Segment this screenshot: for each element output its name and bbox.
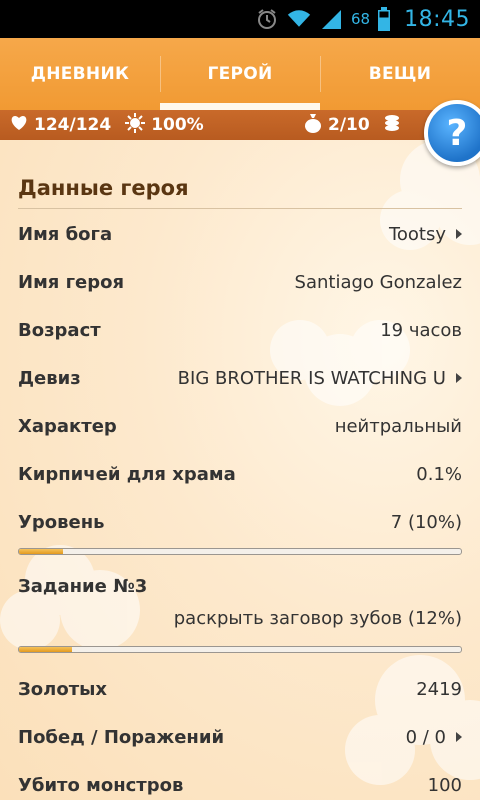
- health-stat: 124/124: [10, 115, 111, 136]
- row-god-name[interactable]: Имя бога Tootsy: [18, 210, 462, 258]
- godpower-value: 100%: [151, 115, 204, 135]
- alarm-icon: [255, 7, 279, 31]
- section-divider: [18, 208, 462, 209]
- row-gold: Золотых 2419: [18, 665, 462, 713]
- health-value: 124/124: [34, 115, 112, 135]
- section-title: Данные героя: [18, 176, 189, 200]
- clock: 18:45: [404, 6, 470, 32]
- wins-label: Побед / Поражений: [18, 726, 225, 748]
- battery-level: 68: [351, 10, 371, 28]
- row-age: Возраст 19 часов: [18, 306, 462, 354]
- battery-icon: [372, 7, 396, 31]
- level-progress-fill: [19, 549, 64, 554]
- inventory-stat: 2/10: [304, 113, 404, 138]
- heart-icon: [10, 115, 28, 136]
- battery-indicator: 68: [351, 7, 396, 31]
- quest-value: раскрыть заговор зубов (12%): [173, 608, 462, 629]
- god-name-value: Tootsy: [388, 223, 446, 245]
- level-progress-bar: [18, 548, 462, 555]
- motto-label: Девиз: [18, 367, 81, 389]
- gold-value: 2419: [416, 678, 462, 700]
- hero-name-value: Santiago Gonzalez: [294, 271, 462, 293]
- chevron-right-icon: [456, 229, 462, 239]
- stats-bar: 124/124 100% 2/10: [0, 110, 480, 140]
- bricks-value: 0.1%: [416, 463, 462, 485]
- chevron-right-icon: [456, 732, 462, 742]
- motto-value: BIG BROTHER IS WATCHING U: [177, 367, 446, 389]
- tab-bar: ДНЕВНИК ГЕРОЙ ВЕЩИ: [0, 38, 480, 110]
- level-value: 7 (10%): [390, 511, 462, 533]
- tab-hero[interactable]: ГЕРОЙ: [160, 38, 320, 110]
- age-value: 19 часов: [380, 319, 462, 341]
- god-name-label: Имя бога: [18, 223, 113, 245]
- level-label: Уровень: [18, 511, 105, 533]
- character-label: Характер: [18, 415, 117, 437]
- character-value: нейтральный: [334, 415, 462, 437]
- row-wins[interactable]: Побед / Поражений 0 / 0: [18, 713, 462, 761]
- row-motto[interactable]: Девиз BIG BROTHER IS WATCHING U: [18, 354, 462, 402]
- gold-label: Золотых: [18, 678, 108, 700]
- quest-progress-fill: [19, 647, 73, 652]
- row-level: Уровень 7 (10%): [18, 498, 462, 546]
- status-bar: 68 18:45: [0, 0, 480, 38]
- hero-panel: Данные героя Имя бога Tootsy Имя героя S…: [0, 140, 480, 800]
- wins-value: 0 / 0: [405, 726, 446, 748]
- coins-icon: [384, 113, 404, 138]
- sun-icon: [125, 112, 146, 138]
- row-hero-name: Имя героя Santiago Gonzalez: [18, 258, 462, 306]
- age-label: Возраст: [18, 319, 101, 341]
- quest-label: Задание №3: [18, 576, 148, 597]
- monsters-label: Убито монстров: [18, 774, 184, 796]
- wifi-icon: [287, 7, 311, 31]
- row-monsters: Убито монстров 100: [18, 761, 462, 800]
- signal-icon: [319, 7, 343, 31]
- monsters-value: 100: [427, 774, 462, 796]
- quest-progress-bar: [18, 646, 462, 653]
- godpower-stat: 100%: [125, 112, 204, 138]
- bag-icon: [304, 113, 322, 138]
- inventory-value: 2/10: [328, 115, 370, 135]
- bricks-label: Кирпичей для храма: [18, 463, 236, 485]
- row-character: Характер нейтральный: [18, 402, 462, 450]
- tab-diary[interactable]: ДНЕВНИК: [0, 38, 160, 110]
- chevron-right-icon: [456, 373, 462, 383]
- hero-name-label: Имя героя: [18, 271, 125, 293]
- row-bricks: Кирпичей для храма 0.1%: [18, 450, 462, 498]
